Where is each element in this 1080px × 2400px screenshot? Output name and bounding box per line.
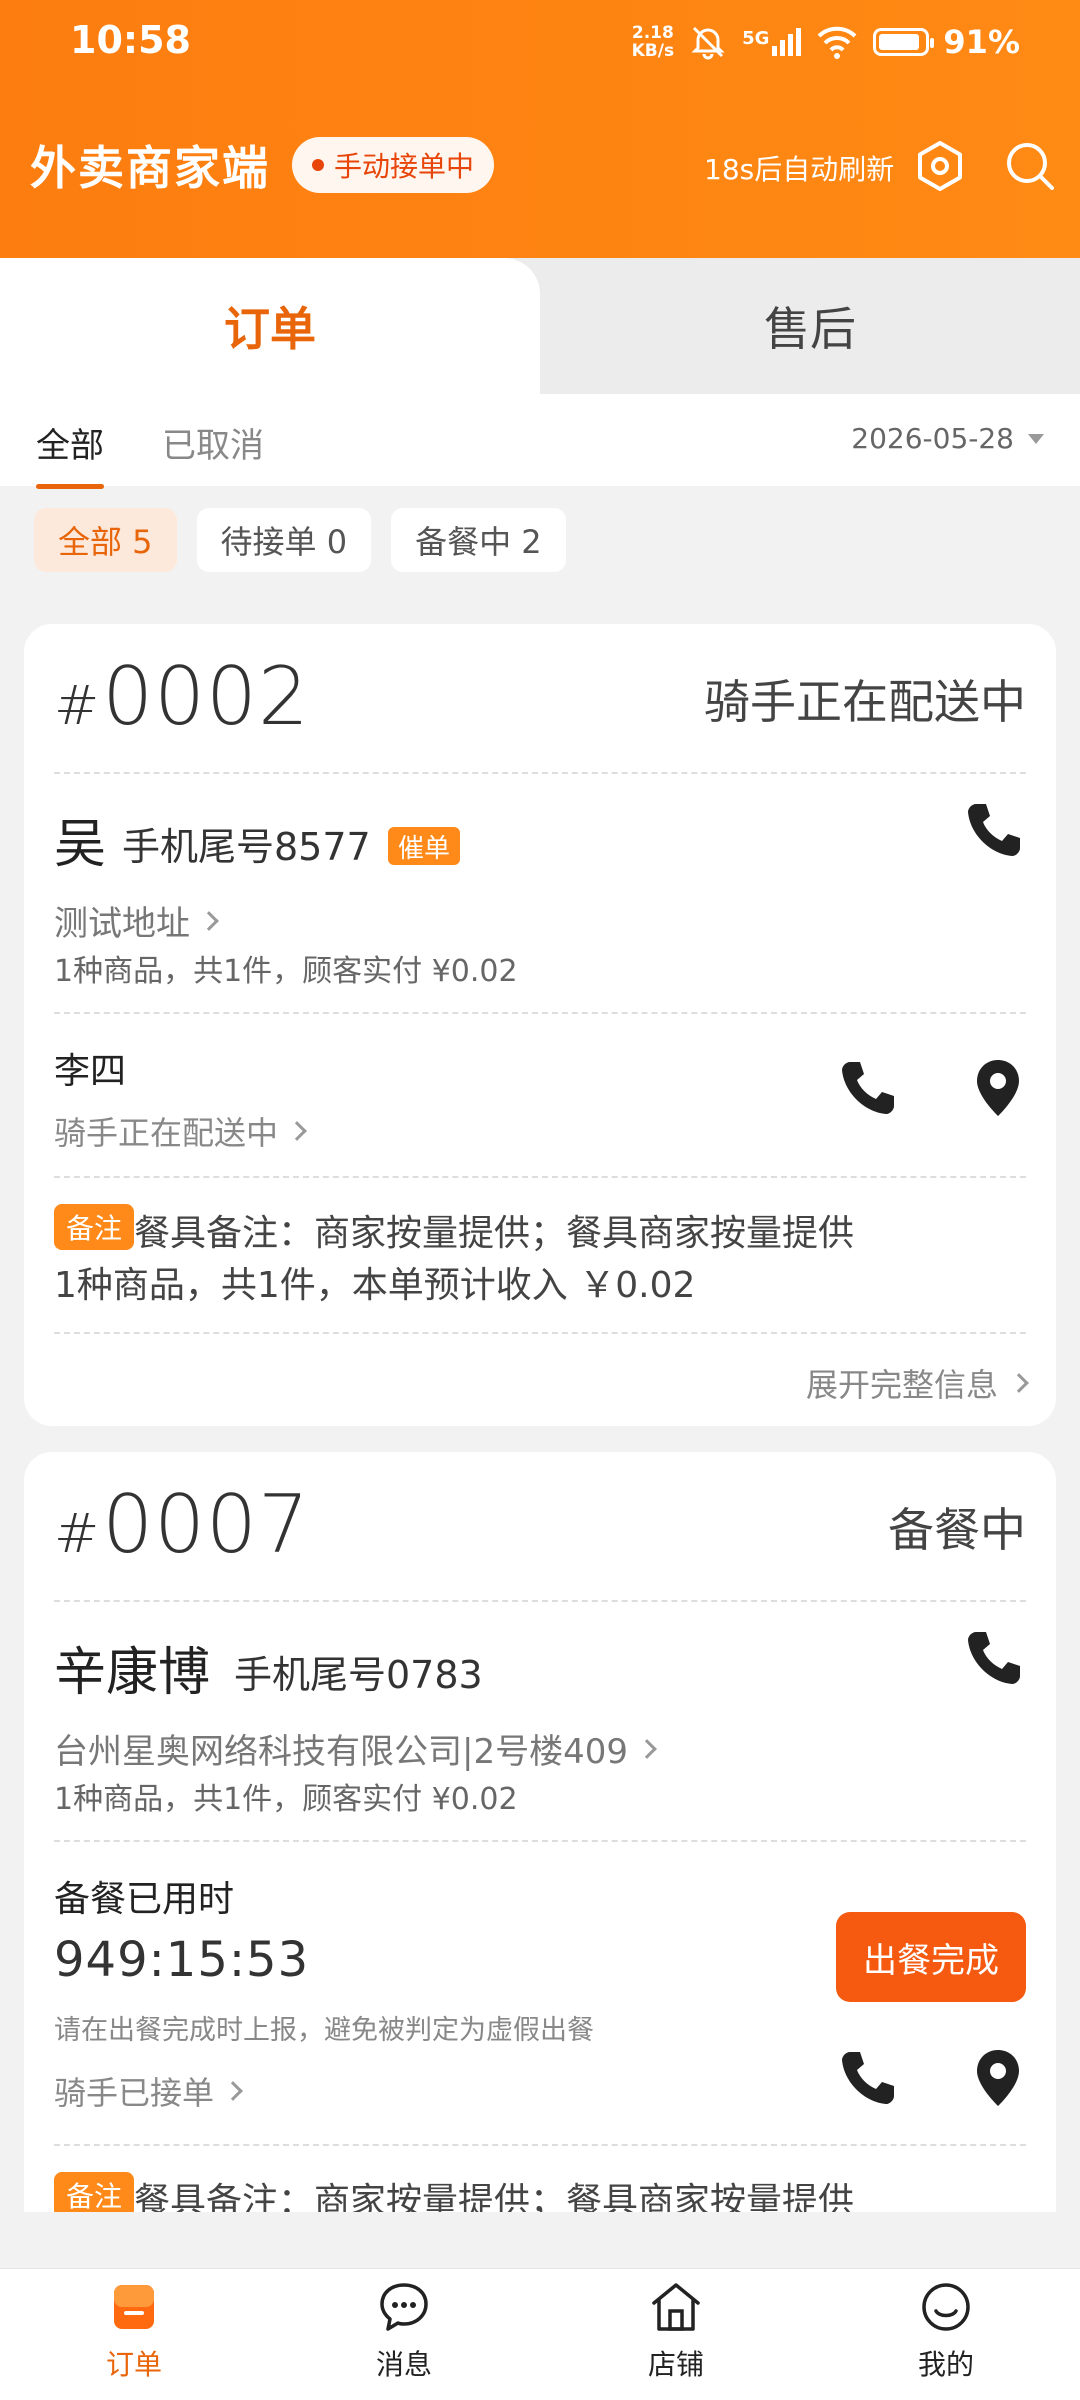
- order-icon: [114, 2285, 154, 2329]
- meal-ready-button[interactable]: 出餐完成: [836, 1912, 1026, 2002]
- prep-timer: 949:15:53: [54, 1932, 310, 1988]
- order-mode-badge[interactable]: 手动接单中: [292, 137, 495, 193]
- filter-chip-preparing[interactable]: 备餐中 2: [391, 508, 566, 572]
- auto-refresh-text: 18s后自动刷新: [704, 153, 895, 186]
- store-icon: [652, 2283, 700, 2331]
- rider-phone-icon[interactable]: [836, 1056, 900, 1120]
- nav-messages[interactable]: 消息: [304, 2279, 504, 2399]
- nav-profile[interactable]: 我的: [846, 2279, 1046, 2399]
- rider-phone-icon[interactable]: [836, 2046, 900, 2110]
- prep-time-label: 备餐已用时: [54, 1879, 235, 1920]
- status-icons: 2.18 KB/s 5G 91%: [632, 18, 1020, 66]
- profile-icon: [922, 2283, 970, 2331]
- divider: [54, 772, 1026, 774]
- divider: [54, 1840, 1026, 1842]
- chevron-right-icon: [223, 2081, 243, 2101]
- sub-tabs: 全部 已取消 2026-05-28: [0, 394, 1080, 489]
- message-icon: [380, 2283, 428, 2331]
- location-pin-icon[interactable]: [966, 2046, 1030, 2110]
- search-icon[interactable]: [1002, 138, 1058, 194]
- order-summary: 1种商品，共1件，顾客实付 ¥0.02: [54, 1782, 518, 1817]
- prep-hint: 请在出餐完成时上报，避免被判定为虚假出餐: [54, 2015, 594, 2046]
- order-number: #0007: [54, 1478, 310, 1571]
- divider: [54, 1176, 1026, 1178]
- date-picker[interactable]: 2026-05-28: [851, 422, 1044, 455]
- subtab-all[interactable]: 全部: [36, 418, 104, 489]
- customer-phone: 手机尾号8577: [122, 825, 371, 869]
- customer-name: 辛康博: [54, 1643, 211, 1703]
- order-note: 餐具备注：商家按量提供；餐具商家按量提供: [134, 2181, 855, 2212]
- phone-icon[interactable]: [962, 1626, 1026, 1690]
- location-pin-icon[interactable]: [966, 1056, 1030, 1120]
- nav-store[interactable]: 店铺: [576, 2279, 776, 2399]
- net-speed: 2.18 KB/s: [631, 23, 675, 61]
- tab-orders[interactable]: 订单: [0, 258, 540, 394]
- divider: [54, 1012, 1026, 1014]
- chevron-right-icon: [637, 1738, 657, 1759]
- expand-full-info-link[interactable]: 展开完整信息: [806, 1360, 1029, 1406]
- mode-dot: [312, 159, 324, 171]
- order-status: 骑手正在配送中: [704, 675, 1026, 729]
- customer-name: 吴: [54, 815, 107, 875]
- divider: [54, 1332, 1026, 1334]
- caret-down-icon: [1028, 433, 1044, 444]
- rider-status[interactable]: 骑手正在配送中: [54, 1108, 307, 1154]
- customer-phone: 手机尾号0783: [234, 1653, 483, 1697]
- filter-chips: 全部 5 待接单 0 备餐中 2: [34, 508, 566, 572]
- settings-icon[interactable]: [912, 138, 968, 194]
- rider-name: 李四: [54, 1051, 127, 1092]
- status-time: 10:58: [70, 18, 191, 62]
- note-badge: 备注: [54, 1204, 135, 1250]
- date-value: 2026-05-28: [851, 422, 1014, 455]
- phone-icon[interactable]: [962, 798, 1026, 862]
- order-note: 餐具备注：商家按量提供；餐具商家按量提供: [134, 1213, 855, 1254]
- cell-signal-icon: 5G: [742, 28, 802, 56]
- divider: [54, 2144, 1026, 2146]
- chevron-right-icon: [1009, 1373, 1029, 1393]
- customer-address[interactable]: 测试地址: [54, 896, 219, 945]
- order-number: #0002: [54, 650, 310, 743]
- divider: [54, 1600, 1026, 1602]
- rider-status[interactable]: 骑手已接单: [54, 2068, 243, 2114]
- urge-badge: 催单: [388, 827, 461, 865]
- app-title: 外卖商家端: [30, 141, 270, 195]
- tab-after-sales[interactable]: 售后: [540, 258, 1080, 394]
- order-status: 备餐中: [888, 1503, 1026, 1557]
- order-card[interactable]: #0007 备餐中 辛康博 手机尾号0783 台州星奥网络科技有限公司|2号楼4…: [24, 1452, 1056, 2212]
- wifi-icon: [818, 26, 857, 59]
- status-bar: 10:58 2.18 KB/s 5G 91%: [0, 0, 1080, 84]
- chevron-right-icon: [199, 910, 219, 931]
- app-header: 10:58 2.18 KB/s 5G 91% 外卖商家端 手动接单中 18s后自…: [0, 0, 1080, 258]
- filter-chip-all[interactable]: 全部 5: [34, 508, 177, 572]
- mode-label: 手动接单中: [334, 150, 475, 183]
- subtab-cancelled[interactable]: 已取消: [162, 418, 264, 467]
- chevron-right-icon: [287, 1121, 307, 1141]
- battery-icon: [873, 28, 935, 56]
- filter-chip-pending[interactable]: 待接单 0: [196, 508, 372, 572]
- order-summary: 1种商品，共1件，顾客实付 ¥0.02: [54, 954, 518, 989]
- main-tabs: 订单 售后: [0, 258, 1080, 394]
- note-badge: 备注: [54, 2172, 135, 2212]
- order-card[interactable]: #0002 骑手正在配送中 吴 手机尾号8577 催单 测试地址 1种商品，共1…: [24, 624, 1056, 1426]
- mute-icon: [691, 26, 725, 60]
- battery-text: 91%: [943, 23, 1020, 61]
- customer-address[interactable]: 台州星奥网络科技有限公司|2号楼409: [54, 1724, 657, 1773]
- nav-orders[interactable]: 订单: [34, 2279, 234, 2399]
- estimated-income: 1种商品，共1件，本单预计收入 ￥0.02: [54, 1265, 696, 1306]
- bottom-nav: 订单 消息 店铺 我的: [0, 2268, 1080, 2400]
